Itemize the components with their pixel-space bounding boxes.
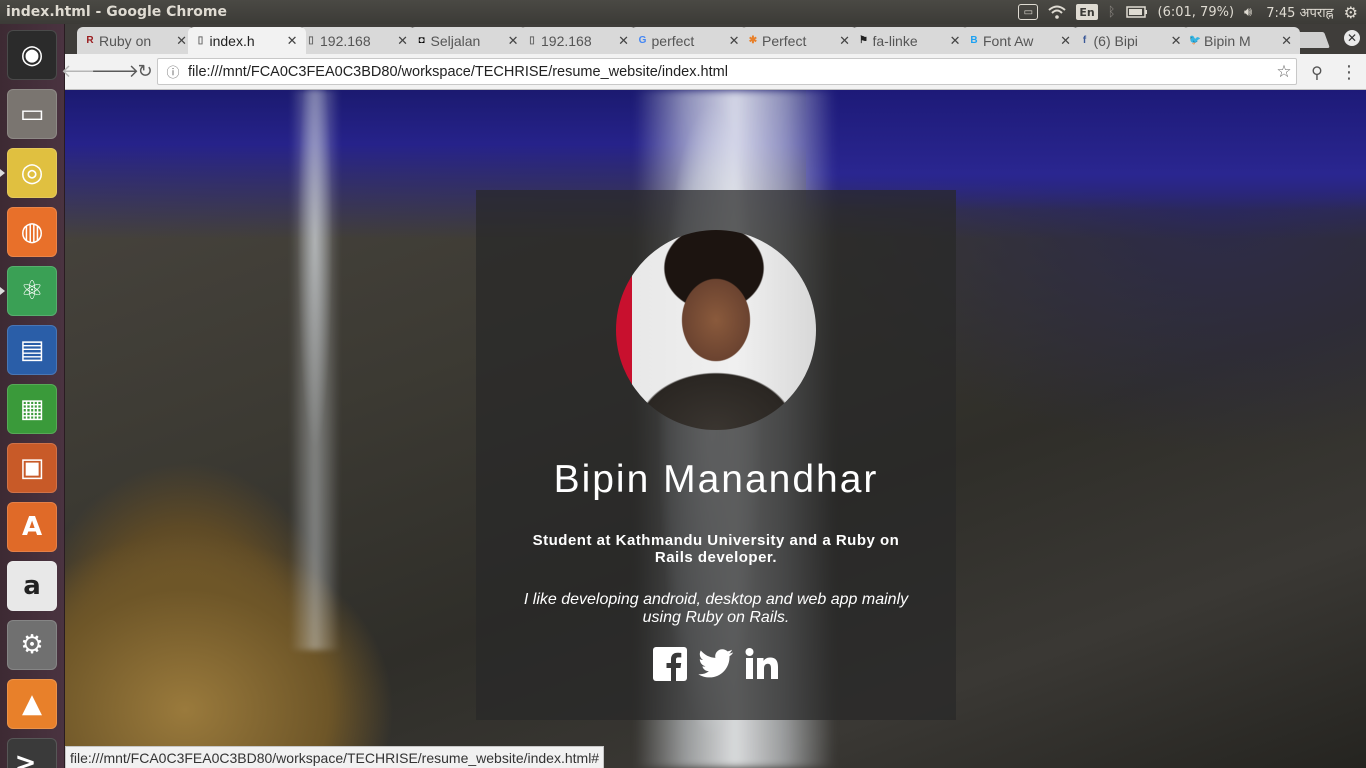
tab-title: index.h xyxy=(209,32,255,49)
wifi-icon[interactable] xyxy=(1048,5,1067,19)
system-settings-icon[interactable]: ⚙ xyxy=(7,620,57,670)
tab-title: Ruby on xyxy=(99,32,152,49)
facebook-icon[interactable] xyxy=(652,646,688,682)
atom-icon[interactable]: ⚛ xyxy=(7,266,57,316)
chrome-icon[interactable]: ◎ xyxy=(7,148,57,198)
tab-close-icon[interactable]: ✕ xyxy=(729,33,740,49)
tab-title: Bipin M xyxy=(1204,32,1251,49)
browser-tab[interactable]: ✱ Perfect ✕ xyxy=(740,27,858,54)
tab-close-icon[interactable]: ✕ xyxy=(1060,33,1071,49)
browser-tab[interactable]: f (6) Bipi ✕ xyxy=(1071,27,1190,54)
profile-headline: Student at Kathmandu University and a Ru… xyxy=(532,532,900,566)
profile-card: Bipin Manandhar Student at Kathmandu Uni… xyxy=(476,190,956,720)
tab-favicon-icon: ⚑ xyxy=(859,34,868,46)
twitter-icon[interactable] xyxy=(698,646,734,682)
page-info-icon[interactable]: ⓘ xyxy=(162,62,184,81)
tab-close-icon[interactable]: ✕ xyxy=(176,33,187,49)
tab-close-icon[interactable]: ✕ xyxy=(1171,33,1182,49)
browser-tab[interactable]: 🐦 Bipin M ✕ xyxy=(1182,27,1300,54)
tab-favicon-icon: G xyxy=(638,34,647,46)
software-center-icon[interactable]: A xyxy=(7,502,57,552)
browser-tab[interactable]: R Ruby on ✕ xyxy=(77,27,195,54)
tab-favicon-icon: f xyxy=(1082,34,1087,46)
chrome-menu-icon[interactable]: ⋮ xyxy=(1337,60,1361,84)
writer-icon[interactable]: ▤ xyxy=(7,325,57,375)
battery-status: (6:01, 79%) xyxy=(1157,4,1235,20)
tab-title: 192.168 xyxy=(541,32,592,49)
address-bar-url[interactable]: file:///mnt/FCA0C3FEA0C3BD80/workspace/T… xyxy=(184,64,1272,80)
background-hillside xyxy=(65,490,395,768)
ubuntu-dash-icon[interactable]: ◉ xyxy=(7,30,57,80)
tab-title: Seljalan xyxy=(430,32,481,49)
browser-tab[interactable]: Gperfect ✕ xyxy=(629,27,748,54)
files-icon[interactable]: ▭ xyxy=(7,89,57,139)
tab-title: perfect xyxy=(651,32,695,49)
tab-close-icon[interactable]: ✕ xyxy=(287,33,298,49)
tab-favicon-icon: ✱ xyxy=(748,34,758,46)
tab-close-icon[interactable]: ✕ xyxy=(397,33,408,49)
browser-toolbar: 🡐 🡒 ↻ ⓘ file:///mnt/FCA0C3FEA0C3BD80/wor… xyxy=(61,54,1366,90)
profile-name: Bipin Manandhar xyxy=(553,458,879,501)
tab-favicon-icon: 🐦 xyxy=(1188,34,1202,46)
page-viewport: Bipin Manandhar Student at Kathmandu Uni… xyxy=(65,90,1366,768)
browser-tab[interactable]: B Font Aw ✕ xyxy=(961,27,1079,54)
tab-favicon-icon: B xyxy=(970,34,978,46)
keyboard-layout-indicator[interactable]: En xyxy=(1076,4,1098,20)
tab-favicon-icon: ▯ xyxy=(529,34,535,46)
terminal-icon[interactable]: >_ xyxy=(7,738,57,768)
browser-tab[interactable]: ⚑ fa-linke ✕ xyxy=(850,27,969,54)
impress-icon[interactable]: ▣ xyxy=(7,443,57,493)
browser-tab[interactable]: ◘ Seljalan ✕ xyxy=(408,27,527,54)
bookmark-star-icon[interactable]: ☆ xyxy=(1272,62,1296,82)
top-panel: index.html - Google Chrome ▭ En ᛒ (6:01,… xyxy=(0,0,1366,24)
phone-sync-icon[interactable]: ▭ xyxy=(1018,4,1039,20)
reload-button[interactable]: ↻ xyxy=(131,58,159,86)
background-waterfall-small xyxy=(290,90,340,650)
running-indicator xyxy=(0,287,5,295)
session-gear-icon[interactable]: ⚙ xyxy=(1344,3,1358,22)
status-bubble: file:///mnt/FCA0C3FEA0C3BD80/workspace/T… xyxy=(65,746,605,768)
bluetooth-icon[interactable]: ᛒ xyxy=(1108,5,1116,20)
tab-close-icon[interactable]: ✕ xyxy=(1281,33,1292,49)
tab-favicon-icon: R xyxy=(86,34,94,46)
tab-close-icon[interactable]: ✕ xyxy=(508,33,519,49)
firefox-icon[interactable]: ◍ xyxy=(7,207,57,257)
amazon-icon[interactable]: a xyxy=(7,561,57,611)
window-close-icon[interactable]: ✕ xyxy=(1344,30,1360,46)
extension-icon[interactable]: ⚲ xyxy=(1305,60,1329,84)
browser-tab[interactable]: ▯ index.h ✕ xyxy=(187,27,306,54)
window-title: index.html - Google Chrome xyxy=(6,4,227,20)
address-bar[interactable]: ⓘ file:///mnt/FCA0C3FEA0C3BD80/workspace… xyxy=(157,58,1297,85)
indicator-area: ▭ En ᛒ (6:01, 79%) 🔊︎ 7:45 अपराह्न ⚙ xyxy=(1018,3,1366,22)
tab-favicon-icon: ▯ xyxy=(197,34,204,46)
browser-tab[interactable]: ▯ 192.168 ✕ xyxy=(298,27,416,54)
tab-title: Perfect xyxy=(762,32,807,49)
tab-favicon-icon: ▯ xyxy=(308,34,314,46)
tab-strip: ✕ R Ruby on ✕ ▯ index.h ✕ ▯ 192.168 ✕ ◘ Seljalan ✕ ▯… xyxy=(65,24,1366,54)
browser-tab[interactable]: ▯ 192.168 ✕ xyxy=(519,27,637,54)
tab-title: fa-linke xyxy=(872,32,918,49)
running-indicator xyxy=(0,169,5,177)
unity-launcher: ◉ ▭ ◎ ◍ ⚛ ▤ ▦ ▣ Aa ⚙ ▲ >_ xyxy=(0,24,65,768)
battery-icon[interactable] xyxy=(1125,6,1148,18)
tab-title: (6) Bipi xyxy=(1093,32,1138,49)
profile-avatar xyxy=(616,230,816,430)
tab-close-icon[interactable]: ✕ xyxy=(618,33,629,49)
tab-favicon-icon: ◘ xyxy=(418,34,425,46)
vlc-icon[interactable]: ▲ xyxy=(7,679,57,729)
linkedin-icon[interactable] xyxy=(744,646,780,682)
social-links xyxy=(476,646,956,682)
tab-close-icon[interactable]: ✕ xyxy=(839,33,850,49)
tab-title: 192.168 xyxy=(320,32,371,49)
profile-bio: I like developing android, desktop and w… xyxy=(523,591,909,626)
forward-button[interactable]: 🡒 xyxy=(91,58,139,86)
tab-close-icon[interactable]: ✕ xyxy=(950,33,961,49)
calc-icon[interactable]: ▦ xyxy=(7,384,57,434)
clock[interactable]: 7:45 अपराह्न xyxy=(1266,3,1333,21)
tab-title: Font Aw xyxy=(983,32,1034,49)
volume-icon[interactable]: 🔊︎ xyxy=(1244,5,1252,20)
